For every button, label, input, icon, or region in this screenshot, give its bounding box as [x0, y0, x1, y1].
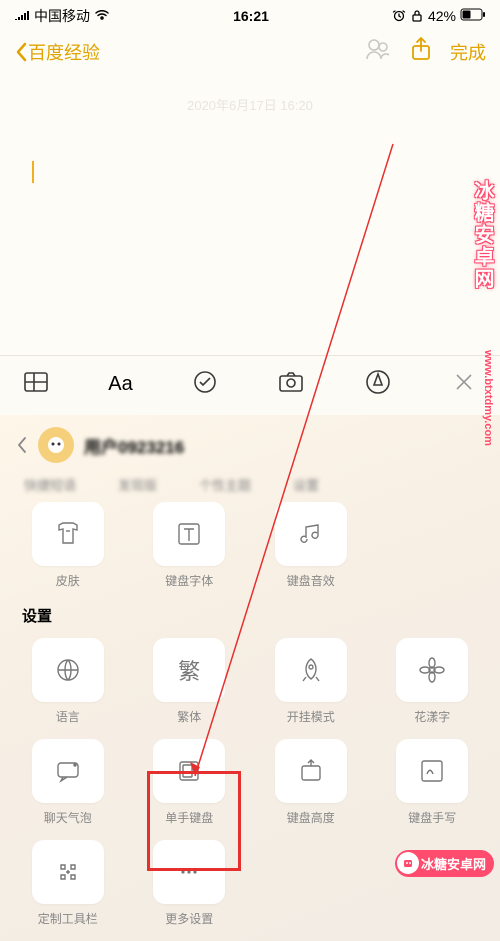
signal-icon: [14, 8, 30, 24]
watermark-brand-vertical: 冰糖安卓网: [468, 180, 497, 290]
watermark-badge: 冰糖安卓网: [395, 850, 494, 877]
tile-handwrite[interactable]: 键盘手写: [381, 739, 485, 826]
wifi-icon: [94, 8, 110, 24]
tile-label: 皮肤: [56, 572, 80, 589]
text-cursor: [32, 161, 34, 183]
tile-label: 键盘高度: [287, 809, 335, 826]
done-button[interactable]: 完成: [450, 39, 486, 65]
carrier-label: 中国移动: [34, 6, 90, 26]
tile-label: 键盘字体: [165, 572, 213, 589]
tile-skin[interactable]: 皮肤: [16, 502, 120, 589]
section-settings: 设置: [22, 605, 484, 626]
tile-boost[interactable]: 开挂模式: [259, 638, 363, 725]
markup-icon[interactable]: [364, 368, 392, 401]
clock: 16:21: [233, 8, 269, 24]
back-label: 百度经验: [28, 39, 100, 65]
tab-shortcut[interactable]: 快捷短语: [24, 475, 76, 494]
tab-theme[interactable]: 个性主题: [199, 475, 251, 494]
tile-label: 花漾字: [414, 708, 450, 725]
watermark-domain-vertical: www.btxtdmy.com: [482, 350, 494, 446]
tile-label: 键盘手写: [408, 809, 456, 826]
tile-height[interactable]: 键盘高度: [259, 739, 363, 826]
username: 用户0923216: [84, 433, 184, 458]
tile-label: 定制工具栏: [38, 910, 98, 927]
tab-discover[interactable]: 发现版: [118, 475, 157, 494]
watermark-icon: [397, 852, 419, 874]
tile-label: 单手键盘: [165, 809, 213, 826]
note-editor[interactable]: 2020年6月17日 16:20: [0, 75, 500, 355]
note-toolbar: Aa: [0, 355, 500, 415]
tile-sound[interactable]: 键盘音效: [259, 502, 363, 589]
status-bar: 中国移动 16:21 42%: [0, 0, 500, 28]
watermark-text: 冰糖安卓网: [421, 854, 486, 873]
avatar[interactable]: [38, 427, 74, 463]
panel-tabs: 快捷短语 发现版 个性主题 设置: [16, 475, 484, 494]
tab-settings[interactable]: 设置: [293, 475, 319, 494]
tile-label: 开挂模式: [287, 708, 335, 725]
text-format-icon[interactable]: Aa: [108, 373, 132, 396]
nav-bar: 百度经验 完成: [0, 28, 500, 75]
close-icon[interactable]: [450, 368, 478, 401]
panel-back-icon[interactable]: [16, 435, 28, 455]
share-icon[interactable]: [410, 36, 432, 67]
tile-language[interactable]: 语言: [16, 638, 120, 725]
battery-icon: [460, 8, 486, 24]
tile-label: 聊天气泡: [44, 809, 92, 826]
table-icon[interactable]: [22, 368, 50, 401]
tile-fancy[interactable]: 花漾字: [381, 638, 485, 725]
tile-bubble[interactable]: 聊天气泡: [16, 739, 120, 826]
tile-label: 繁体: [177, 708, 201, 725]
tile-label: 更多设置: [165, 910, 213, 927]
camera-icon[interactable]: [277, 368, 305, 401]
back-button[interactable]: 百度经验: [14, 39, 100, 65]
tile-traditional[interactable]: 繁 繁体: [138, 638, 242, 725]
note-timestamp: 2020年6月17日 16:20: [30, 95, 470, 114]
alarm-icon: [392, 8, 406, 25]
collaborate-icon[interactable]: [364, 37, 392, 66]
tile-label: 键盘音效: [287, 572, 335, 589]
checklist-icon[interactable]: [191, 368, 219, 401]
tile-onehand[interactable]: 单手键盘: [138, 739, 242, 826]
tile-toolbar[interactable]: 定制工具栏: [16, 840, 120, 927]
tile-font[interactable]: 键盘字体: [138, 502, 242, 589]
lock-icon: [410, 9, 424, 23]
tile-more-settings[interactable]: 更多设置: [138, 840, 242, 927]
tile-label: 语言: [56, 708, 80, 725]
battery-percent: 42%: [428, 8, 456, 24]
chevron-left-icon: [14, 41, 28, 63]
